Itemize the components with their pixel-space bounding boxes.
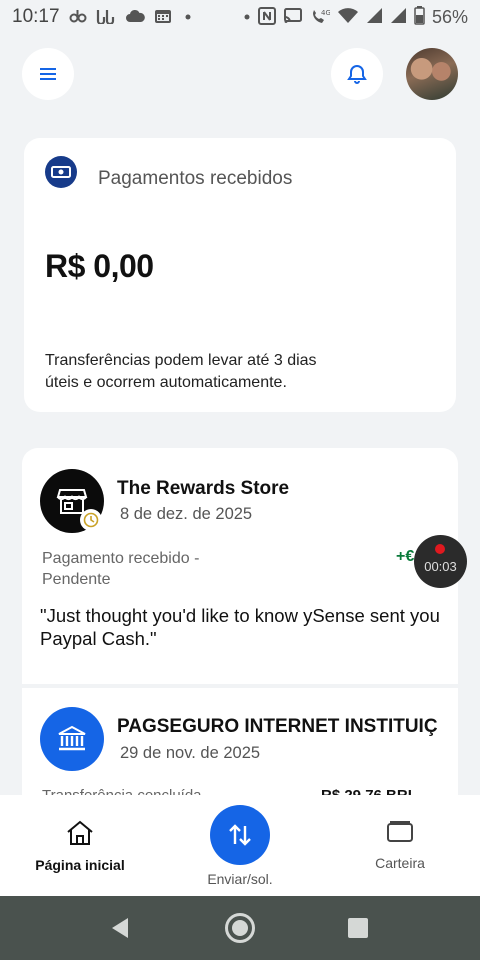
signal-icon xyxy=(366,7,383,27)
payments-title: Pagamentos recebidos xyxy=(98,168,293,189)
svg-text:4G: 4G xyxy=(321,9,330,17)
home-icon xyxy=(67,820,93,845)
payments-note: Transferências podem levar até 3 dias út… xyxy=(45,352,317,391)
nav-send-label: Enviar/sol. xyxy=(207,871,273,887)
bottom-navigation: Página inicial Enviar/sol. Carteira xyxy=(0,795,480,896)
transaction-item[interactable]: The Rewards Store 8 de dez. de 2025 Paga… xyxy=(22,448,458,684)
nav-home-label: Página inicial xyxy=(35,857,125,873)
pending-clock-icon xyxy=(80,509,102,531)
transaction-date: 8 de dez. de 2025 xyxy=(120,505,253,523)
status-time: 10:17 xyxy=(12,6,60,27)
transaction-status-line1: Pagamento recebido - xyxy=(42,550,200,567)
bank-icon xyxy=(40,707,104,771)
app-header xyxy=(0,48,480,102)
status-bar: 10:17 4G 56% xyxy=(0,0,480,34)
screen-recording-timer[interactable]: 00:03 xyxy=(414,535,467,588)
battery-icon xyxy=(414,6,425,28)
dot-icon xyxy=(181,10,195,25)
recording-dot-icon xyxy=(435,544,445,554)
send-request-button[interactable] xyxy=(210,805,270,865)
dot-icon xyxy=(243,10,251,25)
payments-amount: R$ 0,00 xyxy=(45,248,154,284)
transaction-status: Pagamento recebido - Pendente xyxy=(42,548,199,590)
system-navigation-bar xyxy=(0,896,480,960)
money-icon xyxy=(45,156,77,188)
wallet-icon xyxy=(387,821,413,842)
transfer-arrows-icon xyxy=(229,824,251,846)
transaction-name: PAGSEGURO INTERNET INSTITUIÇÃO xyxy=(117,716,437,737)
hamburger-menu-icon xyxy=(40,68,56,80)
signal-icon-2 xyxy=(390,7,407,27)
nav-send-request[interactable]: Enviar/sol. xyxy=(180,805,300,887)
profile-avatar[interactable] xyxy=(406,48,458,100)
recents-icon[interactable] xyxy=(348,918,368,938)
tiktok-icon xyxy=(69,8,87,27)
transaction-status-line2: Pendente xyxy=(42,571,111,588)
weather-icon xyxy=(125,8,145,27)
transaction-name: The Rewards Store xyxy=(117,478,290,499)
calendar-icon xyxy=(154,7,172,27)
nav-home[interactable]: Página inicial xyxy=(20,819,140,873)
nav-wallet-label: Carteira xyxy=(375,855,425,871)
back-icon[interactable] xyxy=(110,917,130,939)
notifications-button[interactable] xyxy=(331,48,383,100)
battery-percent: 56% xyxy=(431,6,468,27)
wifi-icon xyxy=(337,7,359,27)
nfc-icon xyxy=(257,6,276,28)
4g-call-icon: 4G xyxy=(310,7,331,28)
home-button-icon[interactable] xyxy=(225,913,255,943)
transaction-message: "Just thought you'd like to know ySense … xyxy=(40,605,440,649)
payments-received-card[interactable]: Pagamentos recebidos R$ 0,00 Transferênc… xyxy=(24,138,456,412)
menu-button[interactable] xyxy=(22,48,74,100)
bell-icon xyxy=(347,64,367,84)
cast-icon xyxy=(283,7,303,27)
app-icon xyxy=(96,8,116,27)
transaction-date: 29 de nov. de 2025 xyxy=(120,744,261,762)
nav-wallet[interactable]: Carteira xyxy=(340,819,460,871)
recording-time: 00:03 xyxy=(424,559,457,574)
